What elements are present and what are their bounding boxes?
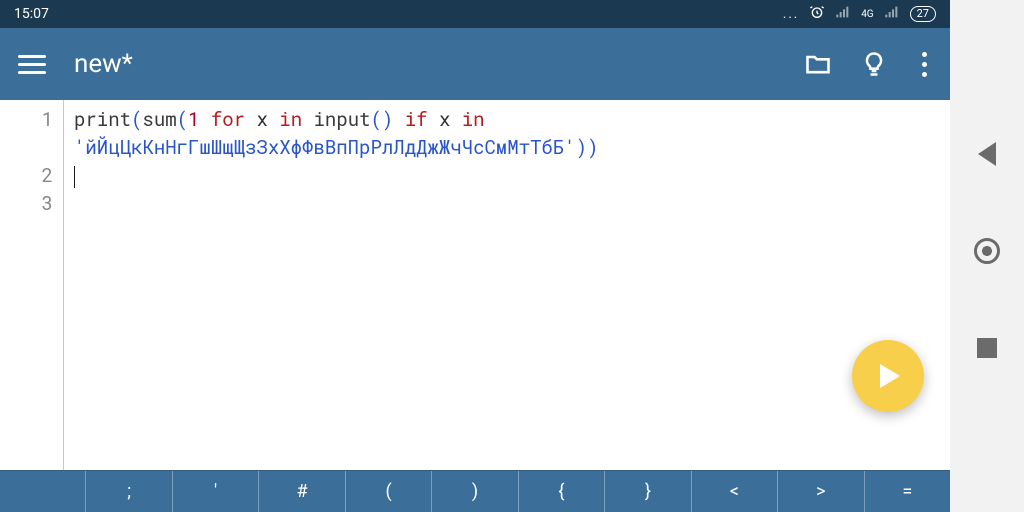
sym-key-gt[interactable]: > <box>777 471 863 512</box>
battery-indicator: 27 <box>910 6 936 22</box>
status-bar: 15:07 ... 4G 27 <box>0 0 950 28</box>
token-paren: ( <box>177 107 188 132</box>
token-call: sum <box>142 107 176 132</box>
back-icon <box>978 142 996 166</box>
overflow-icon[interactable] <box>916 52 932 77</box>
folder-icon[interactable] <box>804 50 832 78</box>
sym-key-quote[interactable]: ' <box>172 471 258 512</box>
line-gutter: 1 2 3 <box>0 100 64 470</box>
status-more-icon: ... <box>783 7 799 22</box>
nav-back-button[interactable] <box>973 140 1001 168</box>
sym-key-rbrace[interactable]: } <box>604 471 690 512</box>
sym-key-semicolon[interactable]: ; <box>85 471 171 512</box>
app-bar: new* <box>0 28 950 100</box>
token-paren: )) <box>576 135 599 160</box>
symbol-bar: ; ' # ( ) { } < > = <box>0 470 950 512</box>
sym-key-lparen[interactable]: ( <box>345 471 431 512</box>
android-nav-bar <box>950 0 1024 512</box>
recent-icon <box>977 338 997 358</box>
token-string: 'йЙцЦкКнНгГшШщЩзЗхХфФвВпПрРлЛдДжЖчЧсСмМт… <box>74 135 576 160</box>
token-keyword: in <box>279 107 302 132</box>
token-keyword: for <box>211 107 245 132</box>
home-icon <box>974 238 1000 264</box>
token-keyword: if <box>405 107 428 132</box>
run-button[interactable] <box>852 340 924 412</box>
sym-key-rparen[interactable]: ) <box>431 471 517 512</box>
token-ident: x <box>439 107 450 132</box>
line-number: 1 <box>0 106 53 134</box>
nav-recent-button[interactable] <box>973 334 1001 362</box>
network-4g-icon: 4G <box>861 9 873 20</box>
token-paren: () <box>371 107 394 132</box>
lightbulb-icon[interactable] <box>860 50 888 78</box>
sym-key-lt[interactable]: < <box>691 471 777 512</box>
play-icon <box>880 364 900 388</box>
sym-key-eq[interactable]: = <box>864 471 950 512</box>
status-time: 15:07 <box>14 6 49 22</box>
status-right: ... 4G 27 <box>783 4 936 24</box>
signal-icon <box>835 4 851 24</box>
sym-key-hash[interactable]: # <box>258 471 344 512</box>
alarm-icon <box>809 4 825 24</box>
token-keyword: in <box>462 107 485 132</box>
line-number: 3 <box>0 190 53 218</box>
line-number: 2 <box>0 162 53 190</box>
signal2-icon <box>884 4 900 24</box>
token-call: print <box>74 107 131 132</box>
menu-icon[interactable] <box>18 55 46 74</box>
sym-key[interactable] <box>0 471 85 512</box>
token-call: input <box>314 107 371 132</box>
file-title: new* <box>74 49 776 79</box>
line-wrap-spacer <box>0 134 53 162</box>
sym-key-lbrace[interactable]: { <box>518 471 604 512</box>
token-number: 1 <box>188 107 199 132</box>
text-cursor <box>74 166 75 188</box>
nav-home-button[interactable] <box>973 237 1001 265</box>
token-paren: ( <box>131 107 142 132</box>
code-area[interactable]: print(sum(1 for x in input() if x in 'йЙ… <box>64 100 950 470</box>
code-editor[interactable]: 1 2 3 print(sum(1 for x in input() if x … <box>0 100 950 470</box>
token-ident: x <box>256 107 267 132</box>
